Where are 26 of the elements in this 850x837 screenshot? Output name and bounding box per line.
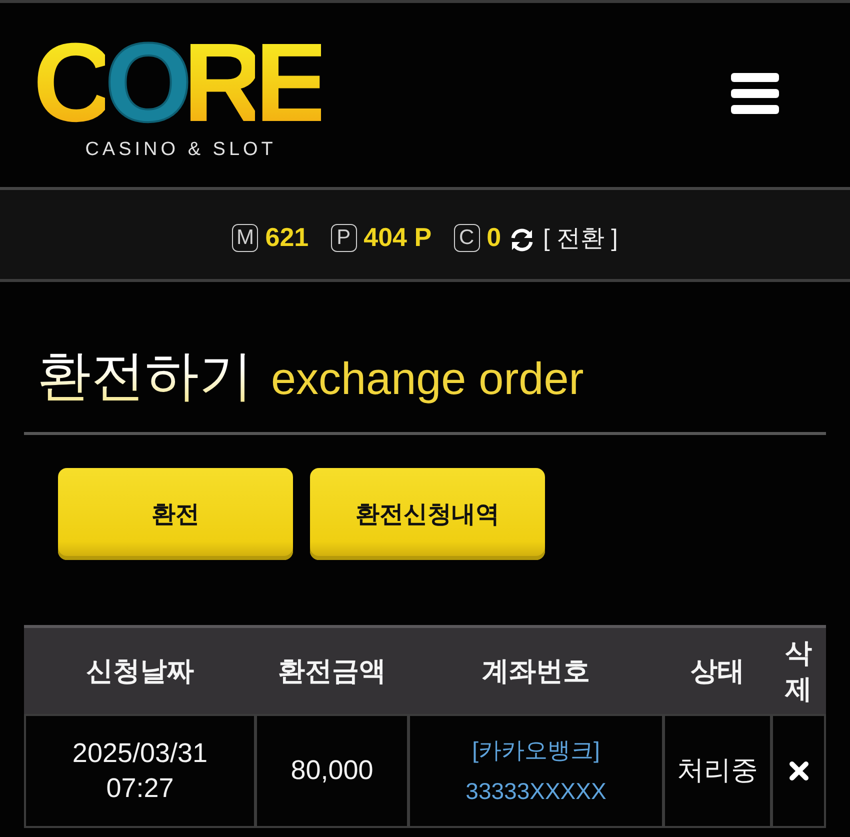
delete-icon[interactable]: [788, 761, 808, 781]
amount-text: 80,000: [290, 754, 374, 788]
page-subtitle: exchange order: [271, 353, 584, 405]
column-header: 신청날짜: [85, 654, 195, 688]
balance-letter-badge: C: [454, 224, 480, 252]
refresh-icon[interactable]: [509, 228, 536, 252]
tab-button[interactable]: 환전신청내역: [310, 468, 545, 560]
request-time: 07:27: [106, 772, 174, 805]
account-number: 33333XXXXX: [466, 777, 606, 806]
balance-value: 621: [265, 222, 309, 253]
bank-name: [카카오뱅크]: [472, 736, 600, 765]
request-date: 2025/03/31: [72, 736, 208, 770]
switch-link[interactable]: [ 전환 ]: [543, 222, 618, 254]
column-header: 삭제: [784, 636, 813, 706]
column-header: 계좌번호: [481, 654, 591, 688]
column-header: 환전금액: [277, 654, 387, 688]
balance-value: 0: [486, 222, 502, 253]
column-header: 상태: [690, 654, 746, 688]
balance-value: 404 P: [364, 222, 432, 253]
logo-wordmark[interactable]: CORE: [33, 33, 321, 133]
logo-tagline: CASINO & SLOT: [84, 139, 276, 161]
balance-letter-badge: M: [232, 224, 258, 252]
menu-icon[interactable]: [731, 73, 779, 114]
balance-letter-badge: P: [330, 224, 357, 252]
status-text: 처리중: [677, 754, 758, 788]
tab-button[interactable]: 환전: [58, 468, 293, 560]
